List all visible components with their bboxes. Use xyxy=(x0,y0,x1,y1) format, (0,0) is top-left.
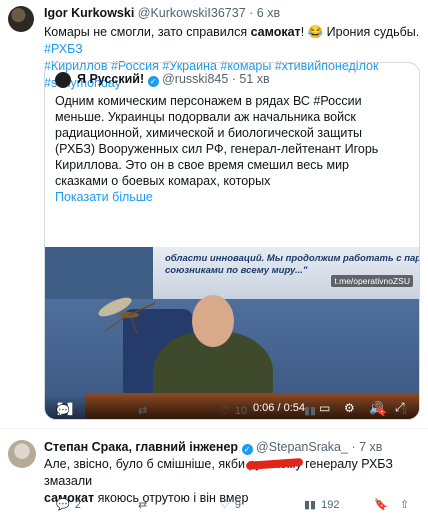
share-button[interactable]: ⇧ xyxy=(400,498,409,511)
video-player[interactable]: области инноваций. Мы продолжим работать… xyxy=(45,247,420,419)
reply-header: Степан Срака, главний інженер ✓ @StepanS… xyxy=(44,440,382,455)
hashtag-link[interactable]: #РХБЗ xyxy=(44,42,83,56)
quoted-tweet-time: · 51 хв xyxy=(231,72,270,86)
mosquito-icon xyxy=(98,297,155,333)
reply-author-avatar[interactable] xyxy=(8,440,36,468)
heart-icon: ♡ xyxy=(220,499,230,511)
like-button[interactable]: ♡ 9 xyxy=(220,498,241,512)
bookmark-button[interactable]: 🔖 xyxy=(374,498,388,511)
bookmark-button[interactable]: 🔖 xyxy=(374,404,388,417)
bookmark-icon: 🔖 xyxy=(374,405,388,417)
views-icon: ▮▮ xyxy=(304,405,317,417)
retweet-button[interactable]: ⇄ xyxy=(138,498,152,511)
author-name[interactable]: Igor Kurkowski xyxy=(44,6,134,20)
reply-button[interactable]: 💬 2 xyxy=(56,498,81,512)
reply-time[interactable]: · 7 хв xyxy=(351,440,382,454)
share-button[interactable]: ⇧ xyxy=(400,404,409,417)
video-person-head xyxy=(192,295,234,347)
reply-icon: 💬 xyxy=(56,499,70,511)
reply-author-name[interactable]: Степан Срака, главний інженер xyxy=(44,440,238,454)
scribbled-word: руському xyxy=(248,457,302,471)
retweet-icon: ⇄ xyxy=(138,405,148,417)
reply-actions: 💬 2 ⇄ ♡ 9 ▮▮ 192 🔖 ⇧ xyxy=(44,498,420,512)
author-avatar[interactable] xyxy=(8,6,34,32)
views-icon: ▮▮ xyxy=(304,499,317,511)
quoted-tweet[interactable]: Я Русский! ✓ @russki845 · 51 хв Одним ко… xyxy=(44,62,420,420)
tweet-actions: 💬 ⇄ ♡ 10 ▮▮ 🔖 ⇧ xyxy=(44,404,420,418)
quoted-author-name: Я Русский! xyxy=(77,72,145,86)
video-board-text: области инноваций. Мы продолжим работать… xyxy=(165,253,420,276)
bookmark-icon: 🔖 xyxy=(374,499,388,511)
quoted-author-avatar xyxy=(55,72,71,88)
verified-badge-icon: ✓ xyxy=(147,76,159,87)
views-button[interactable]: ▮▮ 192 xyxy=(304,498,339,512)
quoted-tweet-text: Одним комическим персонажем в рядах ВС #… xyxy=(55,94,379,204)
reply-tweet[interactable]: Степан Срака, главний інженер ✓ @StepanS… xyxy=(0,432,428,521)
share-icon: ⇧ xyxy=(400,499,410,511)
like-button[interactable]: ♡ 10 xyxy=(220,404,247,418)
heart-icon: ♡ xyxy=(220,405,230,417)
tweet-header: Igor Kurkowski @KurkowskiI36737 · 6 хв xyxy=(44,6,280,20)
views-button[interactable]: ▮▮ xyxy=(304,404,321,417)
reply-author-handle[interactable]: @StepanSraka_ xyxy=(256,440,348,454)
retweet-icon: ⇄ xyxy=(138,499,148,511)
reply-icon: 💬 xyxy=(56,405,70,417)
verified-badge-icon: ✓ xyxy=(241,444,253,455)
retweet-button[interactable]: ⇄ xyxy=(138,404,152,417)
quoted-tweet-header: Я Русский! ✓ @russki845 · 51 хв xyxy=(77,72,270,87)
quoted-author-handle: @russki845 xyxy=(162,72,229,86)
share-icon: ⇧ xyxy=(400,405,410,417)
tweet-time[interactable]: · 6 хв xyxy=(249,6,280,20)
video-watermark: t.me/operativnoZSU xyxy=(331,275,413,287)
author-handle[interactable]: @KurkowskiI36737 xyxy=(138,6,246,20)
reply-button[interactable]: 💬 xyxy=(56,404,75,417)
tweet-divider xyxy=(0,428,428,429)
show-more-link[interactable]: Показати більше xyxy=(55,190,153,204)
